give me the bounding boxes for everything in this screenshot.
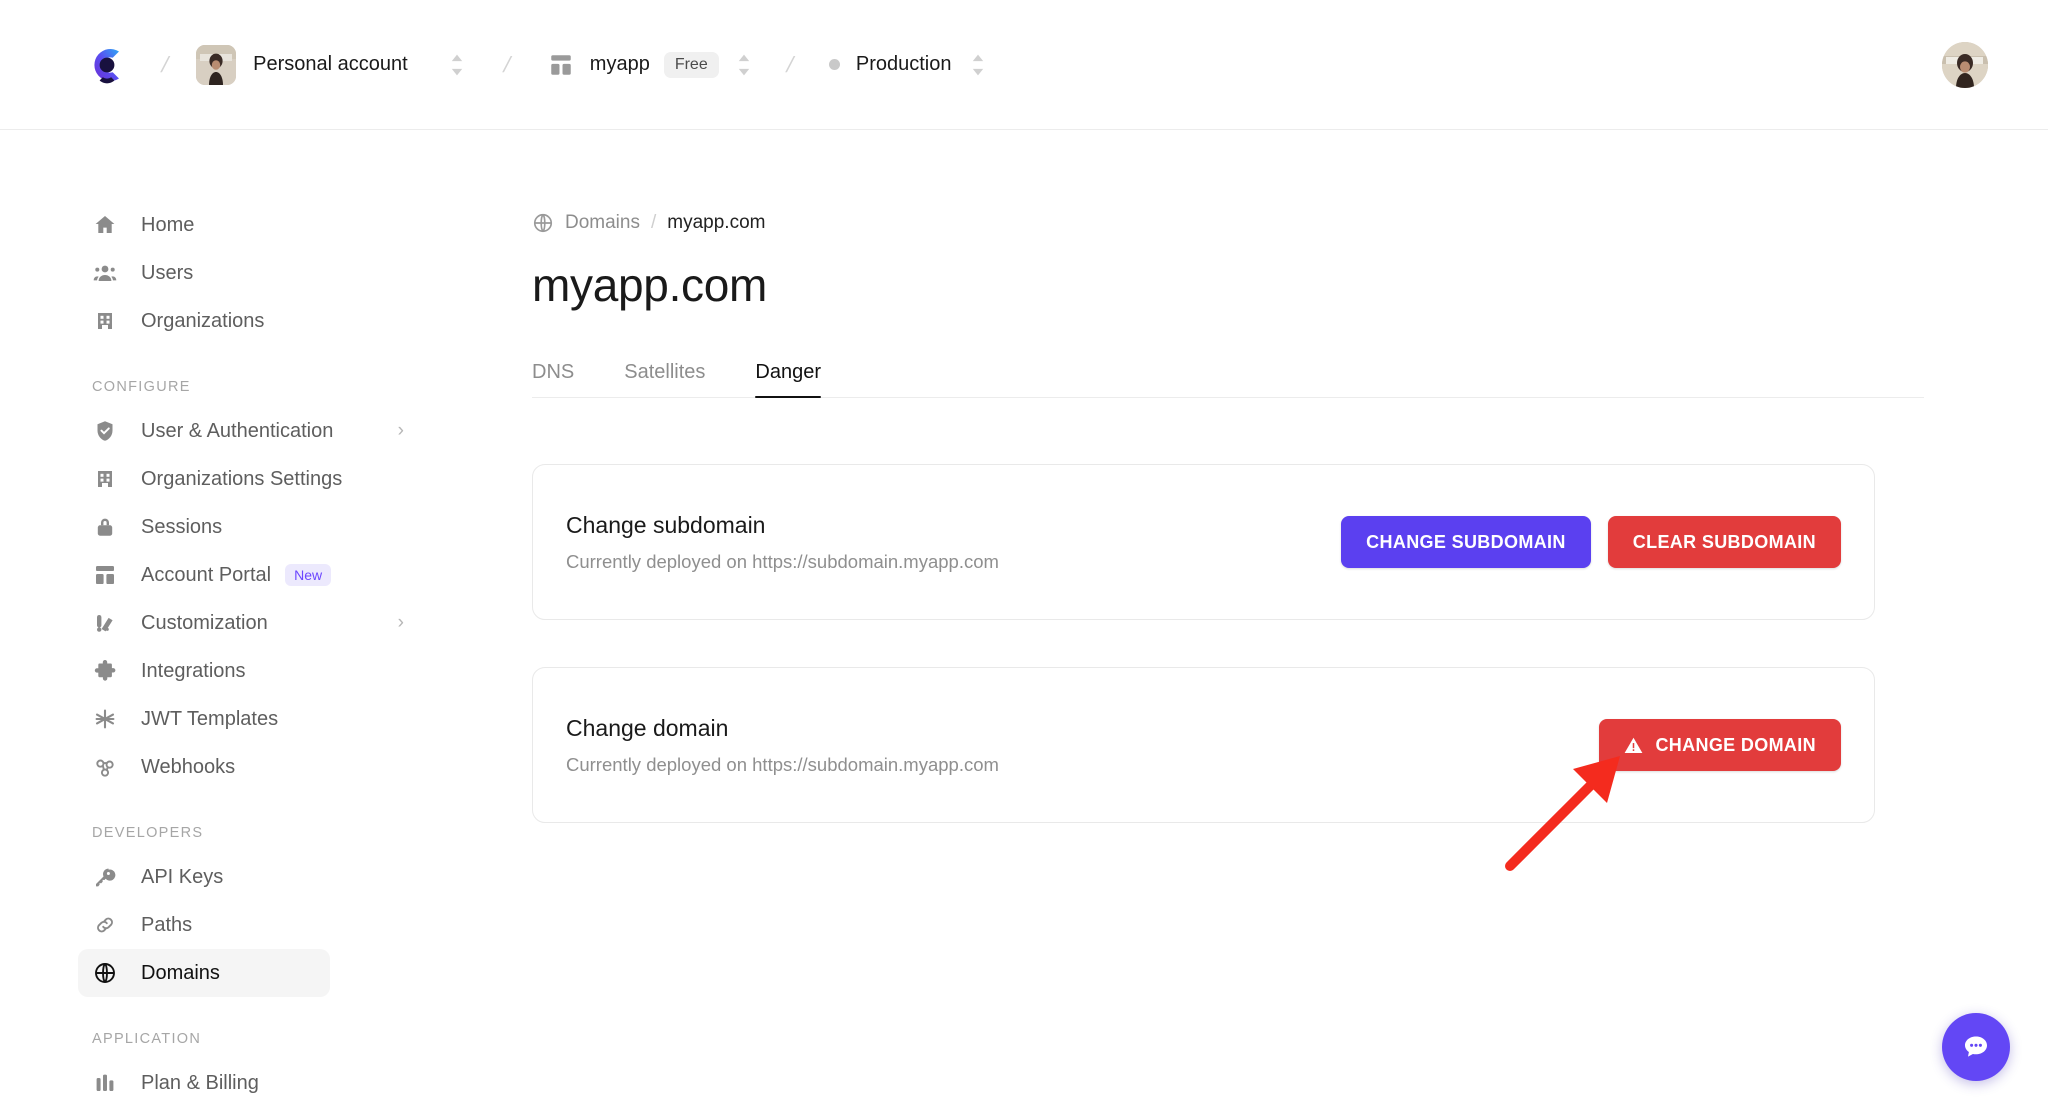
sidebar-item-label: Account Portal — [141, 563, 272, 586]
breadcrumb-current: myapp.com — [667, 212, 766, 233]
layout-icon — [92, 562, 118, 588]
sidebar-item-label: Organizations — [141, 309, 265, 332]
chat-bubble-icon — [1965, 1036, 1987, 1057]
card-subtitle: Currently deployed on https://subdomain.… — [566, 550, 999, 572]
plan-badge: Free — [663, 51, 719, 78]
environment-status-dot — [828, 59, 840, 70]
organizations-icon — [92, 466, 118, 492]
sidebar-item-sessions[interactable]: Sessions — [92, 503, 406, 551]
clerk-logo[interactable] — [84, 42, 130, 88]
change-domain-button[interactable]: CHANGE DOMAIN — [1599, 719, 1841, 771]
sidebar-item-label: Users — [141, 261, 194, 284]
sidebar-item-api-keys[interactable]: API Keys — [92, 853, 406, 901]
sidebar-item-domains[interactable]: Domains — [78, 949, 330, 997]
sidebar-navigation: Home Users Organizations CONFIGURE User … — [0, 131, 430, 1117]
breadcrumb-parent-link[interactable]: Domains — [565, 212, 640, 234]
app-chevron-updown-icon[interactable] — [735, 52, 753, 78]
breadcrumb-separator-2: / — [500, 51, 514, 77]
lock-icon — [92, 514, 118, 540]
card-text-block: Change subdomain Currently deployed on h… — [566, 512, 999, 573]
app-name: myapp — [589, 53, 650, 75]
sidebar-item-label: Organizations Settings — [141, 467, 343, 490]
account-chevron-updown-icon[interactable] — [448, 52, 466, 78]
billing-icon — [92, 1070, 118, 1096]
asterisk-icon — [92, 706, 118, 732]
change-subdomain-card: Change subdomain Currently deployed on h… — [532, 464, 1875, 620]
organizations-icon — [92, 308, 118, 334]
clear-subdomain-button[interactable]: CLEAR SUBDOMAIN — [1607, 516, 1841, 568]
page-title: myapp.com — [532, 259, 768, 311]
environment-name: Production — [855, 53, 952, 75]
change-subdomain-button[interactable]: CHANGE SUBDOMAIN — [1341, 516, 1591, 568]
globe-icon — [92, 960, 118, 986]
sidebar-item-home[interactable]: Home — [92, 201, 406, 249]
tab-satellites[interactable]: Satellites — [624, 361, 705, 397]
card-actions: CHANGE SUBDOMAIN CLEAR SUBDOMAIN — [1341, 516, 1841, 568]
sidebar-item-label: Plan & Billing — [141, 1071, 259, 1094]
home-icon — [92, 212, 118, 238]
card-text-block: Change domain Currently deployed on http… — [566, 715, 999, 776]
tab-bar: DNS Satellites Danger — [532, 348, 1924, 398]
app-grid-icon — [551, 54, 571, 75]
sidebar-section-application: APPLICATION — [92, 1031, 202, 1047]
chevron-right-icon[interactable]: › — [398, 612, 406, 634]
card-title: Change domain — [566, 714, 729, 741]
globe-icon — [532, 212, 554, 234]
sidebar-item-users[interactable]: Users — [92, 249, 406, 297]
sidebar-item-label: Integrations — [141, 659, 246, 682]
sidebar-item-label: Domains — [141, 961, 220, 984]
card-subtitle: Currently deployed on https://subdomain.… — [566, 753, 999, 775]
chat-widget-button[interactable] — [1942, 1013, 2010, 1081]
breadcrumb-separator: / — [650, 212, 657, 233]
sidebar-item-plan-billing[interactable]: Plan & Billing — [92, 1059, 406, 1107]
card-actions: CHANGE DOMAIN — [1599, 719, 1841, 771]
change-domain-button-label: CHANGE DOMAIN — [1655, 734, 1816, 755]
puzzle-icon — [92, 658, 118, 684]
account-switcher[interactable]: Personal account — [196, 44, 466, 85]
main-content: Domains / myapp.com myapp.com DNS Satell… — [430, 131, 2048, 1117]
users-icon — [92, 260, 118, 286]
sidebar-item-user-authentication[interactable]: User & Authentication › — [92, 407, 406, 455]
new-badge: New — [285, 564, 332, 586]
card-title: Change subdomain — [566, 511, 766, 538]
sidebar-item-jwt-templates[interactable]: JWT Templates — [92, 695, 406, 743]
sidebar-item-label: API Keys — [141, 865, 224, 888]
sidebar-item-label: Customization — [141, 611, 268, 634]
sidebar-item-organizations-settings[interactable]: Organizations Settings — [92, 455, 406, 503]
account-name: Personal account — [253, 53, 408, 75]
link-icon — [92, 912, 118, 938]
change-domain-card: Change domain Currently deployed on http… — [532, 667, 1875, 823]
shield-check-icon — [92, 418, 118, 444]
sidebar-item-label: Paths — [141, 913, 193, 936]
tab-dns[interactable]: DNS — [532, 361, 574, 397]
sidebar-item-webhooks[interactable]: Webhooks — [92, 743, 406, 791]
sidebar-section-configure: CONFIGURE — [92, 379, 191, 395]
sidebar-item-label: JWT Templates — [141, 707, 279, 730]
sidebar-section-developers: DEVELOPERS — [92, 825, 204, 841]
tab-danger[interactable]: Danger — [755, 361, 821, 398]
sidebar-item-label: User & Authentication — [141, 419, 334, 442]
sidebar-item-label: Sessions — [141, 515, 223, 538]
webhooks-icon — [92, 754, 118, 780]
breadcrumb-separator-3: / — [783, 51, 797, 77]
sidebar-item-label: Webhooks — [141, 755, 236, 778]
sidebar-item-label: Home — [141, 213, 195, 236]
environment-chevron-updown-icon[interactable] — [969, 52, 987, 78]
chevron-right-icon[interactable]: › — [398, 420, 406, 442]
key-icon — [92, 864, 118, 890]
sidebar-item-customization[interactable]: Customization › — [92, 599, 406, 647]
sidebar-item-integrations[interactable]: Integrations — [92, 647, 406, 695]
warning-triangle-icon — [1625, 737, 1643, 753]
sidebar-item-account-portal[interactable]: Account Portal New — [92, 551, 406, 599]
account-avatar — [196, 44, 237, 85]
environment-switcher[interactable]: Production — [828, 52, 988, 78]
customization-icon — [92, 610, 118, 636]
sidebar-item-organizations[interactable]: Organizations — [92, 297, 406, 345]
app-switcher[interactable]: myapp Free — [548, 51, 753, 78]
breadcrumb: Domains / myapp.com — [532, 212, 2048, 234]
top-header-bar: / Personal account / myapp Free / Produc… — [0, 0, 2048, 130]
user-profile-avatar[interactable] — [1942, 42, 1988, 88]
sidebar-item-paths[interactable]: Paths — [92, 901, 406, 949]
breadcrumb-separator-1: / — [159, 51, 172, 77]
